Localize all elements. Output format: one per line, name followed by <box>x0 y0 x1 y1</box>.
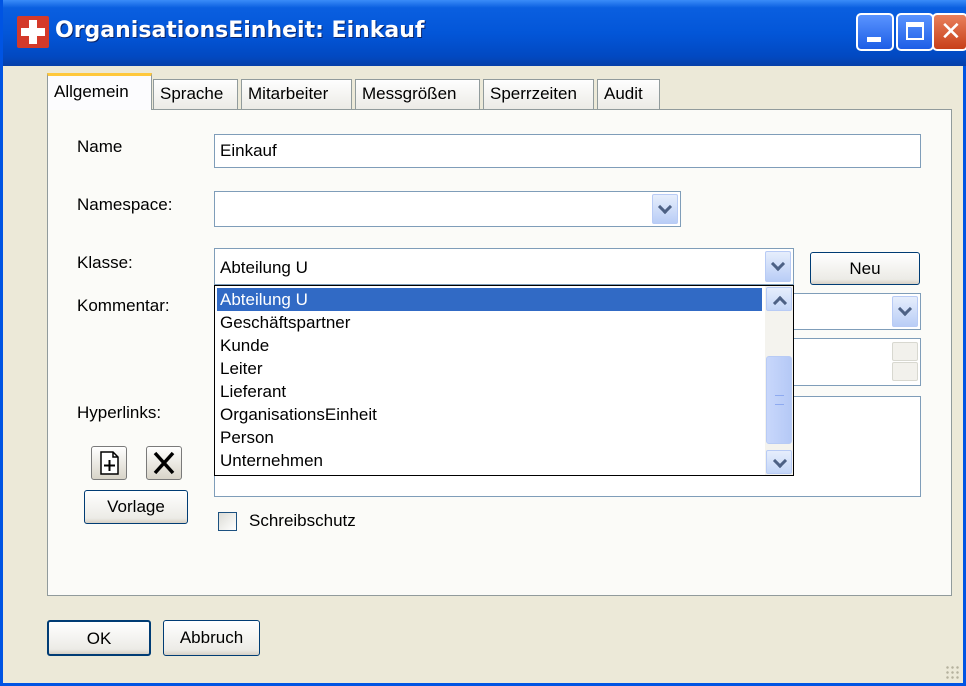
resize-grip-icon[interactable] <box>945 665 959 679</box>
neu-button[interactable]: Neu <box>810 252 920 285</box>
window-title: OrganisationsEinheit: Einkauf <box>55 18 425 43</box>
list-item[interactable]: Geschäftspartner <box>217 311 762 334</box>
scroll-up-icon[interactable] <box>892 342 918 361</box>
dialog-window: OrganisationsEinheit: Einkauf ✕ Allgemei… <box>0 0 966 686</box>
tab-sperrzeiten[interactable]: Sperrzeiten <box>483 79 594 109</box>
kommentar-dropdown-icon[interactable] <box>892 296 918 327</box>
klasse-dropdown-icon[interactable] <box>765 251 791 282</box>
dropdown-scrollbar[interactable] <box>765 286 793 475</box>
vorlage-button[interactable]: Vorlage <box>84 490 188 524</box>
delete-icon <box>153 451 175 475</box>
add-document-icon <box>100 451 119 475</box>
list-item[interactable]: Person <box>217 426 762 449</box>
list-item[interactable]: Unternehmen <box>217 449 762 472</box>
add-hyperlink-button[interactable] <box>91 446 127 480</box>
list-item[interactable]: Abteilung U <box>217 288 762 311</box>
tab-audit[interactable]: Audit <box>597 79 660 109</box>
tab-mitarbeiter[interactable]: Mitarbeiter <box>241 79 352 109</box>
minimize-icon <box>867 37 881 42</box>
klasse-select[interactable]: Abteilung U <box>214 248 794 285</box>
scroll-down-arrow-icon[interactable] <box>766 450 792 474</box>
name-field[interactable]: Einkauf <box>214 134 921 168</box>
title-bar[interactable]: OrganisationsEinheit: Einkauf ✕ <box>3 0 966 66</box>
klasse-dropdown-list[interactable]: Abteilung U Geschäftspartner Kunde Leite… <box>214 285 794 476</box>
list-item[interactable]: Lieferant <box>217 380 762 403</box>
ok-button[interactable]: OK <box>47 620 151 656</box>
namespace-label: Namespace: <box>77 195 173 214</box>
kommentar-select[interactable] <box>773 293 921 330</box>
maximize-icon <box>906 22 924 40</box>
close-icon: ✕ <box>940 17 962 47</box>
tab-allgemein[interactable]: Allgemein <box>47 73 152 110</box>
close-button[interactable]: ✕ <box>932 13 966 51</box>
schreibschutz-label: Schreibschutz <box>249 511 356 530</box>
app-icon <box>17 16 49 48</box>
hyperlinks-label: Hyperlinks: <box>77 403 162 422</box>
cancel-button[interactable]: Abbruch <box>163 620 260 656</box>
name-value: Einkauf <box>220 141 277 160</box>
schreibschutz-checkbox[interactable] <box>218 512 237 531</box>
tab-messgroessen[interactable]: Messgrößen <box>355 79 480 109</box>
kommentar-label: Kommentar: <box>77 296 170 315</box>
delete-hyperlink-button[interactable] <box>146 446 182 480</box>
namespace-dropdown-icon[interactable] <box>652 194 678 224</box>
kommentar-text[interactable] <box>773 338 921 386</box>
scroll-up-arrow-icon[interactable] <box>766 287 792 311</box>
list-item[interactable]: Kunde <box>217 334 762 357</box>
namespace-select[interactable] <box>214 191 681 227</box>
list-item[interactable]: Leiter <box>217 357 762 380</box>
scroll-thumb[interactable] <box>766 356 792 444</box>
name-label: Name <box>77 137 123 156</box>
klasse-label: Klasse: <box>77 253 133 272</box>
minimize-button[interactable] <box>856 13 894 51</box>
tab-sprache[interactable]: Sprache <box>153 79 238 109</box>
hyperlinks-list-bottom <box>214 474 921 497</box>
maximize-button[interactable] <box>896 13 934 51</box>
scroll-down-icon[interactable] <box>892 362 918 381</box>
list-item[interactable]: OrganisationsEinheit <box>217 403 762 426</box>
klasse-value: Abteilung U <box>220 258 308 277</box>
